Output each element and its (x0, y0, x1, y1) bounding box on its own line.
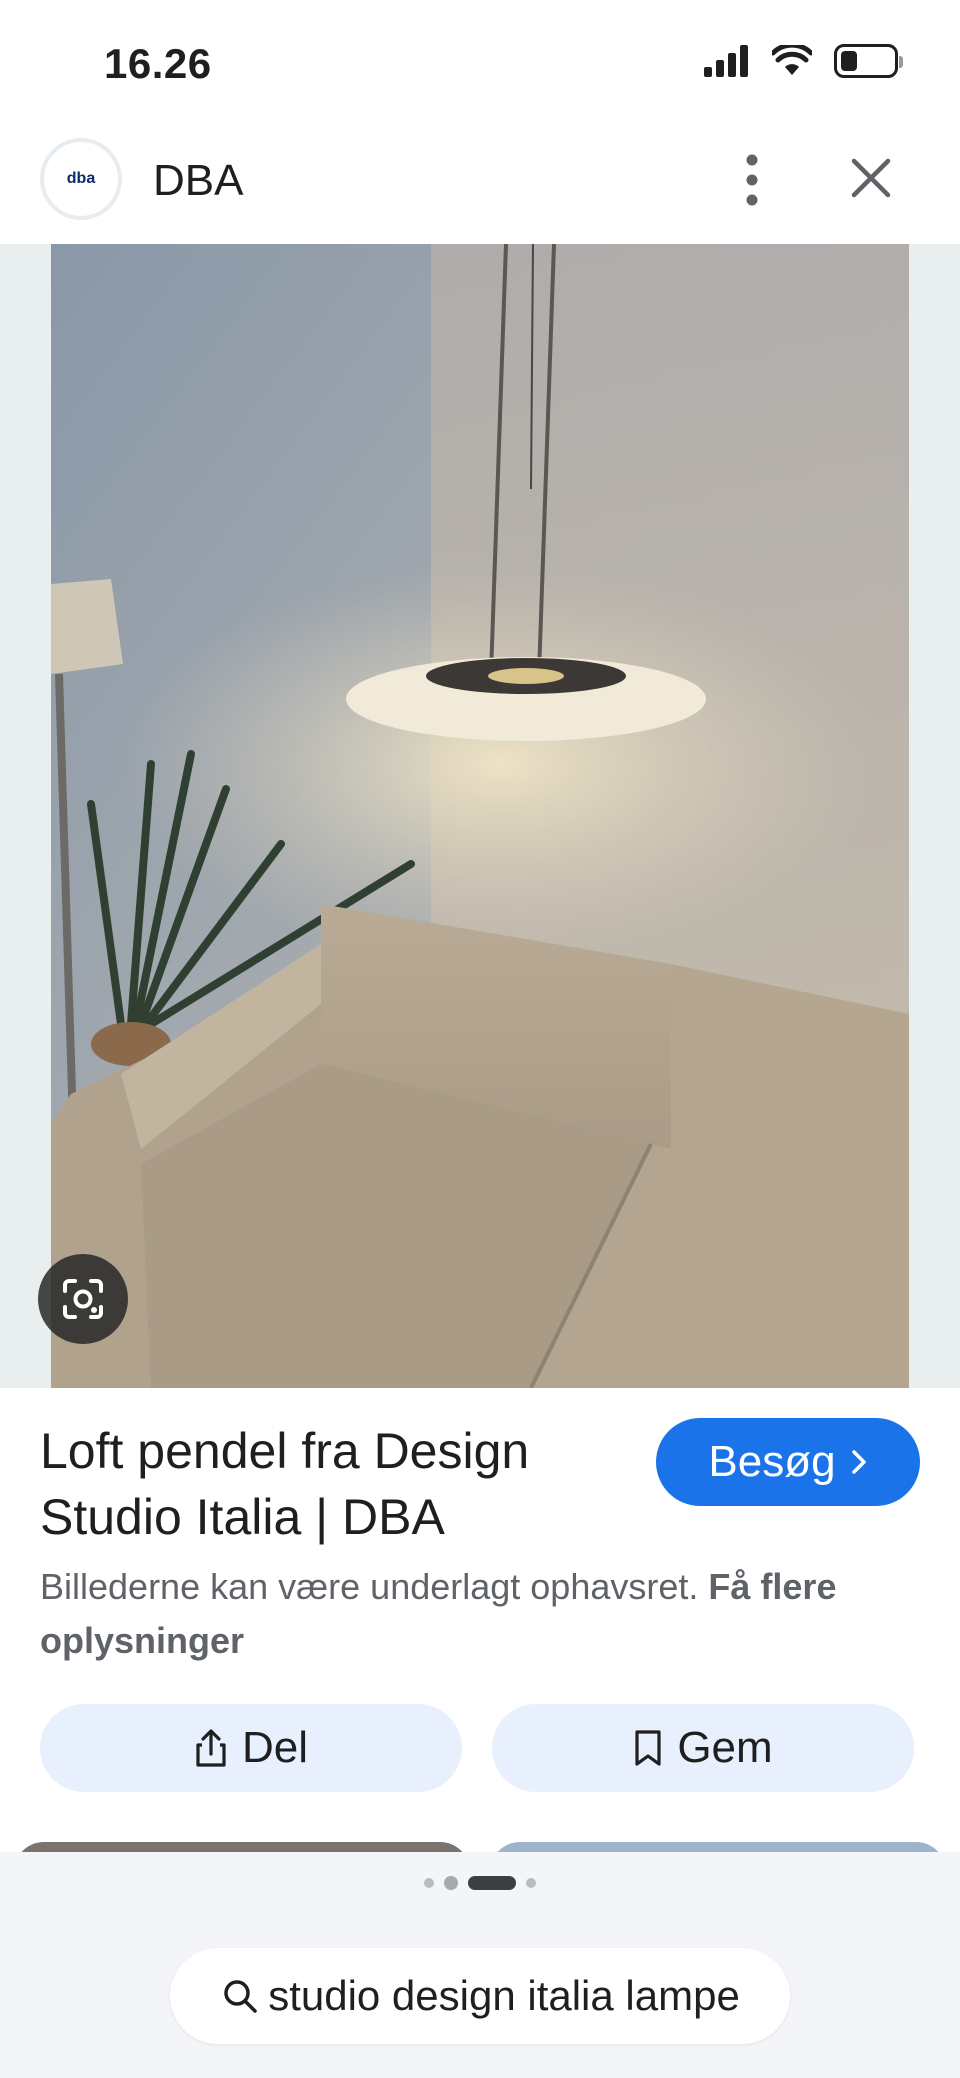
search-query-pill[interactable]: studio design italia lampe (170, 1948, 790, 2044)
close-button[interactable] (846, 150, 896, 206)
share-label: Del (241, 1723, 309, 1772)
wifi-icon (772, 45, 812, 75)
cellular-signal-icon (704, 45, 748, 77)
chevron-right-icon (851, 1450, 866, 1474)
close-icon (851, 158, 891, 198)
google-lens-button[interactable] (38, 1254, 128, 1344)
more-vertical-icon (746, 154, 758, 206)
save-button[interactable]: Gem (492, 1704, 914, 1792)
pager-dot (526, 1878, 536, 1888)
pager-dot (444, 1876, 458, 1890)
status-bar: 16.26 (0, 0, 960, 130)
status-time: 16.26 (104, 40, 212, 87)
status-icons (704, 44, 903, 78)
site-header: dba DBA (0, 130, 960, 244)
pager-dot (424, 1878, 434, 1888)
bookmark-icon (635, 1730, 661, 1766)
image-preview-area (0, 244, 960, 1388)
result-image[interactable] (51, 244, 909, 1388)
google-lens-icon (63, 1279, 103, 1319)
save-label: Gem (677, 1723, 773, 1772)
share-button[interactable]: Del (40, 1704, 462, 1792)
battery-icon (834, 44, 903, 78)
copyright-text: Billederne kan være underlagt ophavsret. (40, 1566, 699, 1607)
share-icon (196, 1729, 226, 1767)
result-title[interactable]: Loft pendel fra Design Studio Italia | D… (40, 1418, 630, 1550)
pager-dot-active (468, 1876, 516, 1890)
pager-dots (0, 1876, 960, 1890)
search-query-text: studio design italia lampe (268, 1972, 740, 2019)
more-options-button[interactable] (736, 152, 768, 208)
site-logo-text: dba (66, 170, 96, 187)
copyright-notice: Billederne kan være underlagt ophavsret.… (40, 1560, 920, 1668)
site-logo[interactable]: dba (40, 138, 122, 220)
site-name: DBA (153, 156, 244, 205)
visit-button[interactable]: Besøg (656, 1418, 920, 1506)
visit-label: Besøg (708, 1437, 836, 1486)
search-icon (224, 1980, 257, 2013)
